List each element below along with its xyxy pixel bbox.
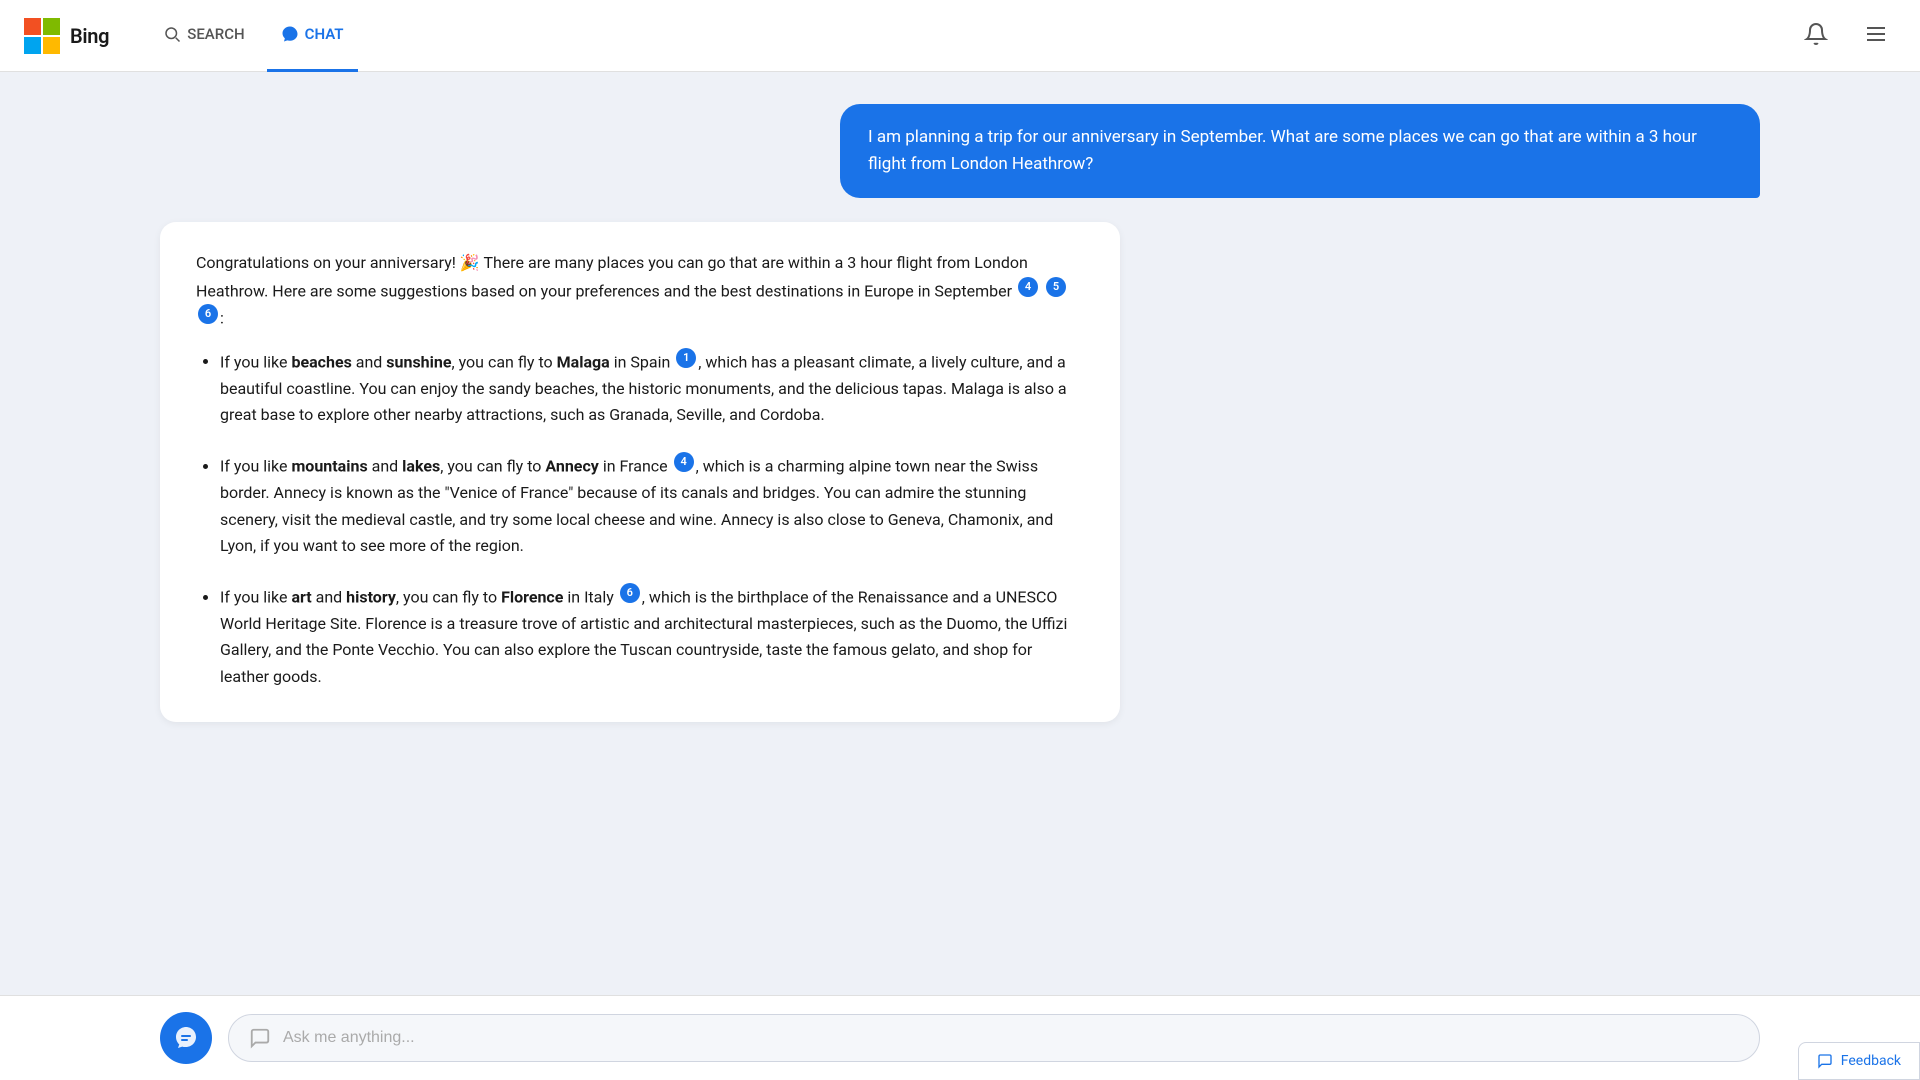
user-message-container: I am planning a trip for our anniversary…	[160, 104, 1760, 198]
citation-6b[interactable]: 6	[620, 583, 640, 603]
ask-input[interactable]	[283, 1029, 1739, 1047]
ai-intro-text: Congratulations on your anniversary! 🎉 T…	[196, 253, 1028, 300]
main-nav: SEARCH CHAT	[149, 0, 357, 72]
citation-4b[interactable]: 4	[674, 452, 694, 472]
feedback-label: Feedback	[1841, 1053, 1901, 1069]
list-item-malaga: If you like beaches and sunshine, you ca…	[220, 348, 1084, 428]
citation-4[interactable]: 4	[1018, 277, 1038, 297]
citation-1[interactable]: 1	[676, 348, 696, 368]
search-label: SEARCH	[187, 25, 244, 43]
brand-name: Bing	[70, 24, 109, 48]
chat-icon	[281, 25, 299, 43]
ai-response-box: Congratulations on your anniversary! 🎉 T…	[160, 222, 1120, 722]
nav-item-chat[interactable]: CHAT	[267, 0, 358, 72]
notification-bell-icon[interactable]	[1796, 14, 1836, 58]
user-message-bubble: I am planning a trip for our anniversary…	[840, 104, 1760, 198]
ai-suggestions-list: If you like beaches and sunshine, you ca…	[196, 348, 1084, 690]
feedback-button[interactable]: Feedback	[1798, 1042, 1920, 1080]
list-item-florence: If you like art and history, you can fly…	[220, 583, 1084, 690]
citation-5[interactable]: 5	[1046, 277, 1066, 297]
nav-item-search[interactable]: SEARCH	[149, 0, 258, 72]
header: Bing SEARCH CHAT	[0, 0, 1920, 72]
citation-6[interactable]: 6	[198, 304, 218, 324]
logo-area[interactable]: Bing	[24, 18, 109, 54]
chat-avatar-button[interactable]	[160, 1012, 212, 1064]
hamburger-menu-icon[interactable]	[1856, 14, 1896, 58]
chat-label: CHAT	[305, 25, 344, 43]
feedback-icon	[1817, 1053, 1833, 1069]
header-right	[1796, 14, 1896, 58]
ms-logo-icon	[24, 18, 60, 54]
message-input-container[interactable]	[228, 1014, 1760, 1062]
main-content: I am planning a trip for our anniversary…	[0, 72, 1920, 995]
message-input-icon	[249, 1027, 271, 1049]
ai-intro: Congratulations on your anniversary! 🎉 T…	[196, 250, 1084, 332]
search-icon	[163, 25, 181, 43]
list-item-annecy: If you like mountains and lakes, you can…	[220, 452, 1084, 559]
bottom-bar	[0, 995, 1920, 1080]
copilot-icon	[172, 1024, 200, 1052]
